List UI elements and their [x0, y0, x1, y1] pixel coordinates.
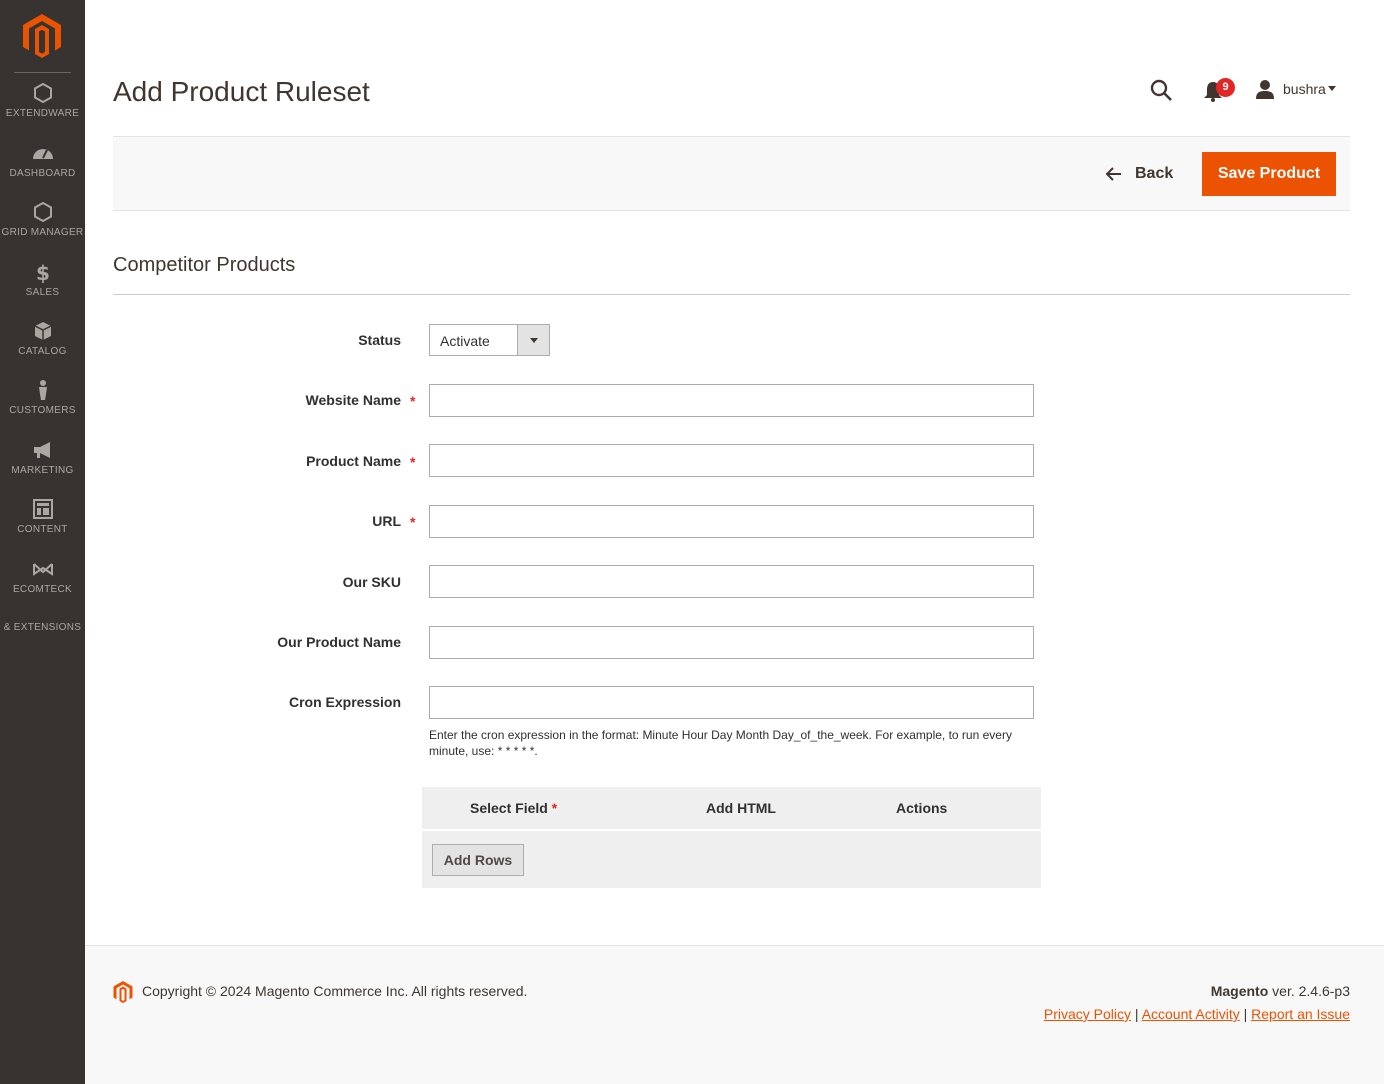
col-add-html: Add HTML — [706, 800, 776, 816]
nav-catalog[interactable]: CATALOG — [0, 320, 85, 372]
product-name-label: Product Name — [306, 453, 401, 469]
nav-content[interactable]: CONTENT — [0, 498, 85, 550]
nav-ecomteck[interactable]: ECOMTECK — [0, 558, 85, 610]
nav-extensions-label: & EXTENSIONS — [3, 622, 82, 633]
required-mark: * — [551, 800, 558, 816]
required-mark: * — [410, 454, 416, 470]
nav-marketing-label: MARKETING — [11, 465, 74, 476]
our-product-name-input[interactable] — [429, 626, 1034, 659]
account-activity-link[interactable]: Account Activity — [1142, 1006, 1240, 1022]
our-sku-input[interactable] — [429, 565, 1034, 598]
back-button[interactable]: Back — [1105, 161, 1173, 187]
chevron-down-icon[interactable] — [1328, 86, 1336, 91]
hexagon-icon — [33, 82, 52, 104]
page-title: Add Product Ruleset — [113, 76, 370, 107]
nav-marketing[interactable]: MARKETING — [0, 439, 85, 491]
nav-extendware[interactable]: EXTENDWARE — [0, 82, 85, 134]
col-select-field-label: Select Field — [470, 800, 548, 816]
status-select-value: Activate — [440, 333, 490, 349]
page-actions-bar: Back Save Product — [113, 136, 1350, 211]
website-name-label: Website Name — [305, 392, 401, 408]
version-text: Magento ver. 2.4.6-p3 — [1211, 983, 1350, 999]
nav-ecomteck-label: ECOMTECK — [12, 584, 73, 595]
col-actions: Actions — [896, 800, 948, 816]
url-input[interactable] — [429, 505, 1034, 538]
logo-separator — [14, 72, 71, 73]
footer-links: Privacy Policy | Account Activity | Repo… — [1044, 1006, 1350, 1022]
arrow-left-icon — [1105, 167, 1121, 181]
col-select-field: Select Field * — [470, 800, 557, 816]
url-label: URL — [372, 513, 401, 529]
nav-customers[interactable]: CUSTOMERS — [0, 379, 85, 431]
add-rows-button[interactable]: Add Rows — [432, 844, 524, 876]
nav-customers-label: CUSTOMERS — [9, 405, 76, 416]
notification-badge[interactable]: 9 — [1216, 78, 1235, 97]
brand-name: Magento — [1210, 983, 1269, 999]
website-name-input[interactable] — [429, 384, 1034, 417]
cron-expression-note: Enter the cron expression in the format:… — [429, 728, 1012, 758]
link-separator: | — [1134, 1006, 1139, 1022]
privacy-policy-link[interactable]: Privacy Policy — [1044, 1006, 1131, 1022]
box-icon — [34, 322, 51, 340]
nav-sales[interactable]: $ SALES — [0, 261, 85, 313]
chevron-down-icon — [530, 338, 538, 343]
user-name[interactable]: bushra — [1283, 81, 1326, 97]
section-title: Competitor Products — [113, 254, 296, 276]
user-icon[interactable] — [1255, 79, 1275, 99]
hexagon-icon — [33, 201, 52, 223]
nav-grid-manager[interactable]: GRID MANAGER — [0, 201, 85, 253]
dashboard-icon — [32, 149, 53, 159]
nav-catalog-label: CATALOG — [18, 346, 67, 357]
status-select-toggle[interactable] — [517, 325, 549, 355]
dollar-icon: $ — [36, 261, 50, 283]
nav-sales-label: SALES — [25, 287, 60, 298]
cron-expression-input[interactable] — [429, 686, 1034, 719]
our-sku-label: Our SKU — [342, 574, 401, 590]
copyright-text: Copyright © 2024 Magento Commerce Inc. A… — [142, 983, 528, 999]
person-icon — [38, 380, 47, 400]
nav-content-label: CONTENT — [17, 524, 68, 535]
nav-extendware-label: EXTENDWARE — [5, 108, 80, 119]
magento-logo-icon — [113, 981, 133, 1003]
ecomteck-icon — [32, 563, 53, 576]
admin-sidebar: EXTENDWARE DASHBOARD GRID MANAGER $ SALE… — [0, 0, 85, 1084]
nav-dashboard-label: DASHBOARD — [9, 168, 76, 179]
layout-icon — [32, 499, 53, 519]
report-issue-link[interactable]: Report an Issue — [1251, 1006, 1350, 1022]
search-icon[interactable] — [1149, 78, 1173, 102]
status-select[interactable]: Activate — [429, 324, 550, 356]
section-divider — [113, 294, 1350, 295]
required-mark: * — [410, 393, 416, 409]
megaphone-icon — [33, 442, 50, 458]
status-label: Status — [358, 332, 401, 348]
product-name-input[interactable] — [429, 444, 1034, 477]
svg-text:$: $ — [36, 261, 50, 283]
save-product-button[interactable]: Save Product — [1202, 152, 1336, 196]
required-mark: * — [410, 514, 416, 530]
nav-extensions-cut[interactable]: & EXTENSIONS — [0, 620, 85, 634]
our-product-name-label: Our Product Name — [277, 634, 401, 650]
nav-dashboard[interactable]: DASHBOARD — [0, 142, 85, 194]
back-button-label: Back — [1135, 165, 1174, 182]
magento-logo-icon[interactable] — [23, 14, 61, 58]
link-separator: | — [1243, 1006, 1248, 1022]
dynamic-rows-table: Select Field * Add HTML Actions Add Rows — [422, 787, 1041, 888]
version-number: ver. 2.4.6-p3 — [1268, 983, 1350, 999]
nav-grid-manager-label: GRID MANAGER — [1, 227, 84, 238]
dynamic-rows-header: Select Field * Add HTML Actions — [422, 787, 1041, 831]
cron-expression-label: Cron Expression — [288, 694, 401, 710]
